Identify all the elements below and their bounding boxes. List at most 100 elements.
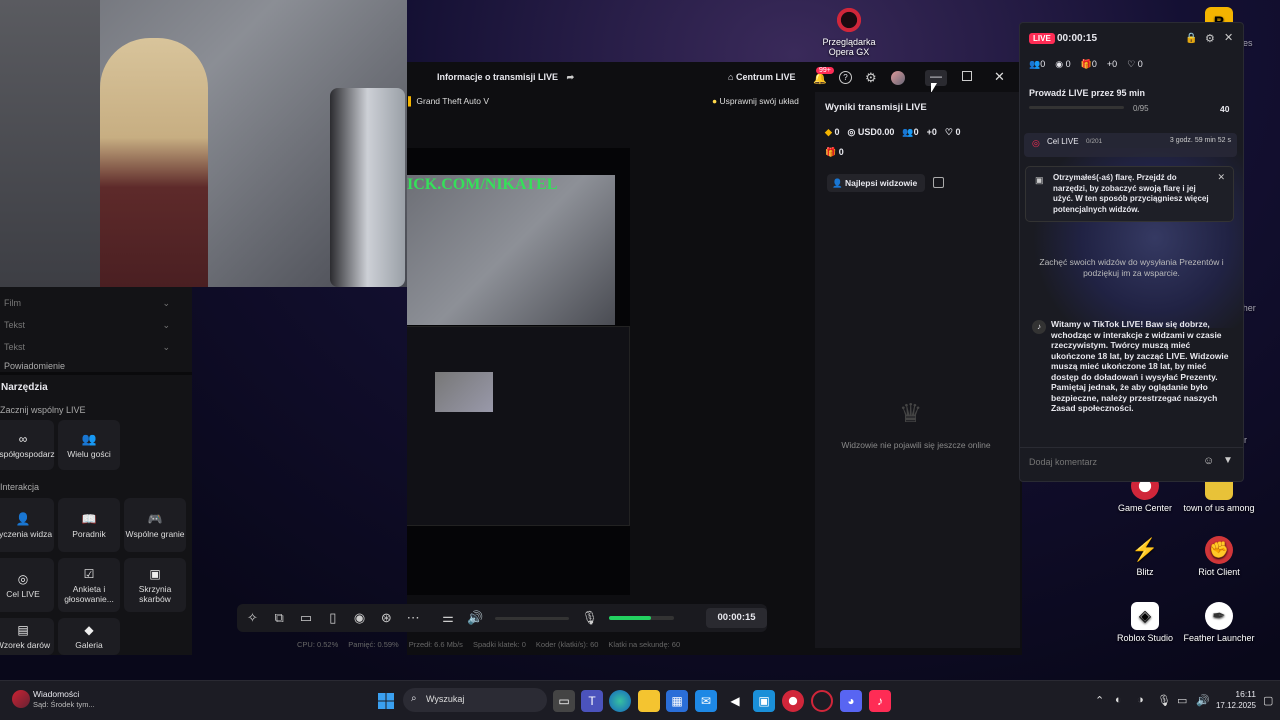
tiktok-live-panel: LIVE 00:00:15 🔒 ⚙ ✕ 👥0 ◉ 0 🎁0 +0 ♡ 0 Pro… bbox=[1019, 22, 1244, 482]
filter-icon[interactable]: ▼ bbox=[1223, 455, 1233, 466]
taskbar-search[interactable]: ⌕ Wyszukaj bbox=[403, 688, 547, 712]
notification-badge: 99+ bbox=[816, 67, 834, 74]
clock-date[interactable]: 17.12.2025 bbox=[1210, 701, 1256, 710]
emoji-icon[interactable]: ☺ bbox=[1203, 455, 1214, 467]
guests-icon: 👥 bbox=[81, 431, 97, 446]
mic-level-meter[interactable] bbox=[609, 616, 675, 620]
discord-taskbar-icon[interactable]: ◕ bbox=[840, 690, 862, 712]
microphone-icon[interactable]: 🎙 bbox=[581, 610, 598, 626]
opera-gx-icon bbox=[835, 6, 863, 34]
viewers-icon: 👥 bbox=[1029, 59, 1041, 69]
gift-hint-text: Zachęć swoich widzów do wysyłania Prezen… bbox=[1039, 257, 1224, 278]
tool-treasure-chest[interactable]: ▣ Skrzynia skarbów bbox=[124, 558, 186, 612]
user-star-icon: 👤 bbox=[15, 511, 31, 526]
tool-multi-guest[interactable]: 👥 Wielu gości bbox=[58, 420, 120, 470]
clock-time[interactable]: 16:11 bbox=[1216, 689, 1256, 699]
opera-gx-taskbar-icon[interactable] bbox=[811, 690, 833, 712]
top-viewers-label: Najlepsi widzowie bbox=[844, 178, 918, 188]
more-icon[interactable]: ⋯ bbox=[406, 610, 421, 626]
lock-icon[interactable]: 🔒 bbox=[1185, 33, 1197, 44]
settings-gear-icon[interactable]: ⚙ bbox=[1205, 32, 1215, 45]
windows-taskbar: Wiadomości Sąd: Środek tym... ⌕ Wyszukaj… bbox=[0, 680, 1280, 720]
centrum-live-button[interactable]: ⌂ Centrum LIVE bbox=[728, 72, 795, 82]
source-row-text-2[interactable]: Tekst ⌄ bbox=[0, 337, 170, 357]
network-icon[interactable]: ▭ bbox=[1177, 694, 1187, 707]
settings-gear-icon[interactable]: ⚙ bbox=[865, 70, 877, 86]
task-view-icon[interactable]: ▭ bbox=[553, 690, 575, 712]
magic-wand-icon[interactable]: ✧ bbox=[245, 610, 260, 626]
effects-icon[interactable]: ⊛ bbox=[379, 610, 394, 626]
share-icon[interactable]: ➦ bbox=[567, 72, 575, 82]
tool-poll[interactable]: ☑ Ankieta i głosowanie... bbox=[58, 558, 120, 612]
news-widget-title[interactable]: Wiadomości bbox=[33, 689, 79, 699]
crop-icon[interactable]: ⧉ bbox=[272, 610, 287, 626]
desktop-icon-feather[interactable]: ✒ Feather Launcher bbox=[1181, 602, 1257, 643]
tray-mic-icon[interactable]: 🎙 bbox=[1157, 694, 1171, 707]
close-window-button[interactable]: ✕ bbox=[994, 69, 1005, 85]
chevron-up-icon[interactable]: ⌃ bbox=[1095, 694, 1104, 707]
flare-text: Otrzymałeś(-aś) flarę. Przejdź do narzęd… bbox=[1053, 173, 1209, 214]
live-goal-progress-bar bbox=[1029, 106, 1124, 109]
edge-icon[interactable] bbox=[609, 690, 631, 712]
notification-icon[interactable]: ▢ bbox=[1263, 694, 1273, 707]
windows-start-icon[interactable] bbox=[375, 690, 397, 712]
improve-layout-button[interactable]: ● Usprawnij swój układ bbox=[712, 96, 799, 106]
file-explorer-icon[interactable] bbox=[638, 690, 660, 712]
desktop-icon-opera[interactable]: Przeglądarka Opera GX bbox=[811, 6, 887, 57]
source-row-text[interactable]: Tekst ⌄ bbox=[0, 315, 170, 335]
mic-level-fill bbox=[609, 616, 652, 620]
phone-icon[interactable]: ▯ bbox=[325, 610, 340, 626]
stats-bar: CPU: 0.52% Pamięć: 0.59% Przedł: 6.6 Mb/… bbox=[297, 640, 797, 652]
news-widget-icon[interactable] bbox=[12, 690, 30, 708]
desktop-icon-riot[interactable]: ✊ Riot Client bbox=[1181, 536, 1257, 577]
tool-coplay[interactable]: 🎮 Wspólne granie bbox=[124, 498, 186, 552]
mixer-icon[interactable]: ⚌ bbox=[441, 610, 456, 626]
stream-timer: 00:00:15 bbox=[706, 608, 768, 628]
tool-guide[interactable]: 📖 Poradnik bbox=[58, 498, 120, 552]
tray-app-icon[interactable]: ◐ bbox=[1115, 694, 1122, 706]
likes-stat: ♡ 0 bbox=[945, 127, 961, 138]
game-center-taskbar-icon[interactable] bbox=[782, 690, 804, 712]
target-icon: ◎ bbox=[17, 571, 29, 586]
tool-cohost[interactable]: ∞ Współgospodarz bbox=[0, 420, 55, 470]
volume-icon[interactable]: 🔊 bbox=[1196, 694, 1210, 707]
tool-viewer-wishes[interactable]: 👤 Życzenia widza bbox=[0, 498, 54, 552]
app-icon[interactable]: ▣ bbox=[753, 690, 775, 712]
source-row-film[interactable]: Film ⌄ bbox=[0, 293, 170, 313]
mail-icon[interactable]: ✉ bbox=[695, 690, 717, 712]
screen-icon[interactable]: ▭ bbox=[299, 610, 314, 626]
teams-icon[interactable]: T bbox=[581, 690, 603, 712]
speaker-icon[interactable]: 🔊 bbox=[467, 610, 483, 626]
tool-gallery[interactable]: ◆ Galeria bbox=[58, 618, 120, 655]
top-viewers-tab[interactable]: 👤 Najlepsi widzowie bbox=[827, 174, 925, 192]
riot-client-icon: ✊ bbox=[1205, 536, 1233, 564]
list-icon[interactable] bbox=[933, 177, 944, 188]
tiktok-icon: ♪ bbox=[1032, 320, 1046, 334]
tiktok-studio-taskbar-icon[interactable]: ♪ bbox=[869, 690, 891, 712]
tool-label: Ankieta i głosowanie... bbox=[64, 583, 114, 604]
close-icon[interactable]: ✕ bbox=[1224, 31, 1233, 44]
desktop-icon-blitz[interactable]: ⚡ Blitz bbox=[1107, 536, 1183, 577]
game-tag[interactable]: ▌ Grand Theft Auto V bbox=[408, 96, 489, 106]
desktop-icon-roblox-studio[interactable]: ◈ Roblox Studio bbox=[1107, 602, 1183, 643]
capcut-icon[interactable]: ◀ bbox=[724, 690, 746, 712]
source-row-notification[interactable]: Powiadomienie bbox=[0, 360, 170, 372]
stream-info-title[interactable]: Informacje o transmisji LIVE ➦ bbox=[437, 72, 574, 83]
close-icon[interactable]: ✕ bbox=[1217, 172, 1225, 183]
overlay-url-text: ICK.COM/NIKATEL bbox=[407, 176, 558, 193]
tray-sync-icon[interactable]: ◑ bbox=[1137, 694, 1144, 706]
diamond-icon: ◆ bbox=[825, 127, 832, 137]
no-viewers-text: Widzowie nie pojawili się jeszcze online bbox=[841, 440, 991, 450]
record-icon[interactable]: ◉ bbox=[352, 610, 367, 626]
chest-icon: ▣ bbox=[149, 566, 161, 581]
avatar[interactable] bbox=[891, 71, 905, 85]
comment-input[interactable] bbox=[1029, 454, 1189, 470]
help-icon[interactable]: ? bbox=[839, 71, 852, 84]
live-goal-card[interactable]: ◎ Cel LIVE 0/201 3 godz. 59 min 52 s bbox=[1024, 133, 1237, 157]
news-widget-subtitle[interactable]: Sąd: Środek tym... bbox=[33, 700, 95, 709]
maximize-button[interactable] bbox=[962, 71, 972, 81]
tool-gift-pattern[interactable]: ▤ Wzorek darów bbox=[0, 618, 54, 655]
store-icon[interactable]: ▦ bbox=[666, 690, 688, 712]
tool-live-goal[interactable]: ◎ Cel LIVE bbox=[0, 558, 54, 612]
volume-slider[interactable] bbox=[495, 616, 570, 620]
